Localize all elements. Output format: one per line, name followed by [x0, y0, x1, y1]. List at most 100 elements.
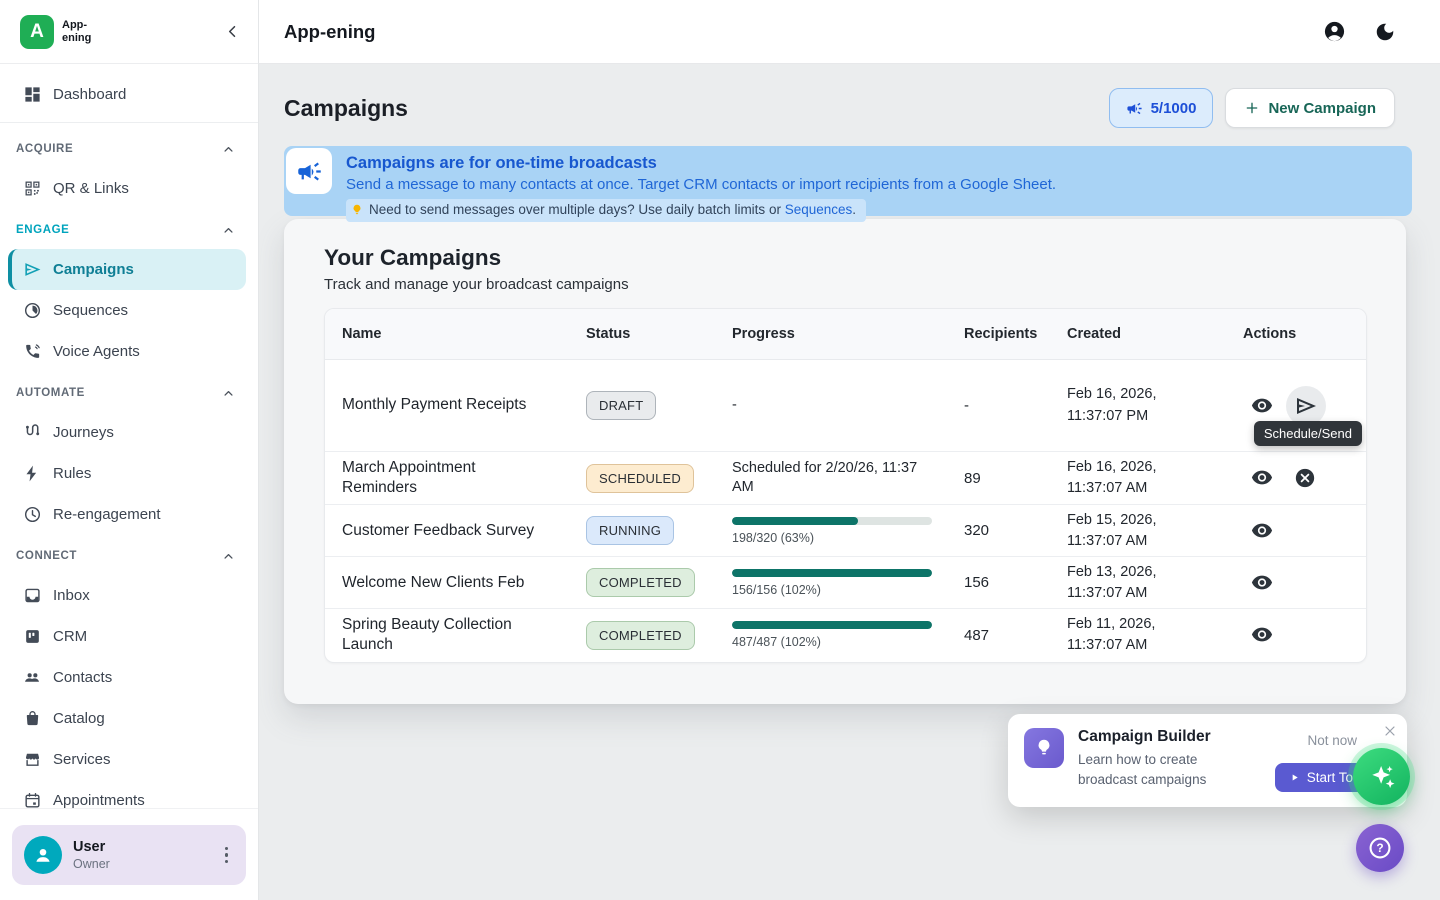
column-header-progress: Progress	[732, 326, 964, 342]
sequences-link[interactable]: Sequences	[785, 202, 853, 217]
chevron-up-icon	[221, 386, 236, 401]
progress-fill	[732, 517, 858, 525]
megaphone-icon	[286, 148, 332, 194]
page-header: Campaigns 5/1000 New Campaign	[259, 64, 1440, 146]
section-header-acquire[interactable]: ACQUIRE	[0, 130, 258, 168]
page-title: Campaigns	[284, 95, 408, 122]
sidebar-nav: Dashboard ACQUIRE QR & Links ENGAGE Camp…	[0, 64, 258, 808]
table-header-row: Name Status Progress Recipients Created …	[325, 309, 1366, 360]
section-header-automate[interactable]: AUTOMATE	[0, 374, 258, 412]
section-header-connect[interactable]: CONNECT	[0, 537, 258, 575]
sidebar-item-dashboard[interactable]: Dashboard	[0, 74, 258, 115]
view-button[interactable]	[1243, 512, 1281, 550]
row-actions	[1243, 564, 1366, 602]
sidebar-item-sequences[interactable]: Sequences	[0, 290, 258, 331]
table-row: Monthly Payment Receipts DRAFT - - Feb 1…	[325, 360, 1366, 452]
status-badge: COMPLETED	[586, 568, 695, 597]
question-mark-icon	[1367, 835, 1393, 861]
promo-text: Campaign Builder Learn how to create bro…	[1078, 728, 1243, 789]
dashboard-icon	[22, 85, 42, 104]
column-header-recipients: Recipients	[964, 326, 1067, 342]
campaign-name: Spring Beauty Collection Launch	[342, 609, 586, 661]
calendar-icon	[22, 791, 42, 808]
dark-mode-button[interactable]	[1374, 21, 1396, 43]
sidebar-item-rules[interactable]: Rules	[0, 453, 258, 494]
chevron-left-icon	[223, 22, 242, 41]
sidebar-item-services[interactable]: Services	[0, 739, 258, 780]
sidebar-header: A App- ening	[0, 0, 258, 64]
sidebar-item-crm[interactable]: CRM	[0, 616, 258, 657]
promo-subtitle: Learn how to create broadcast campaigns	[1078, 750, 1243, 789]
table-row: Spring Beauty Collection Launch COMPLETE…	[325, 609, 1366, 661]
progress-text: Scheduled for 2/20/26, 11:37 AM	[732, 459, 964, 498]
collapse-sidebar-button[interactable]	[223, 22, 242, 41]
user-card[interactable]: User Owner	[12, 825, 246, 885]
sparkles-icon	[1367, 762, 1397, 792]
cancel-icon	[1294, 467, 1316, 489]
eye-icon	[1251, 467, 1273, 489]
view-button[interactable]	[1243, 459, 1281, 497]
send-icon	[22, 260, 42, 279]
send-icon	[1294, 394, 1318, 418]
not-now-button[interactable]: Not now	[1307, 733, 1357, 748]
sidebar-item-re-engagement[interactable]: Re-engagement	[0, 494, 258, 535]
ai-assistant-fab[interactable]	[1353, 748, 1410, 805]
created-cell: Feb 13, 2026, 11:37:07 AM	[1067, 562, 1243, 604]
column-header-actions: Actions	[1243, 326, 1366, 342]
cancel-button[interactable]	[1286, 459, 1324, 497]
progress-text: 156/156 (102%)	[732, 583, 964, 597]
timelapse-icon	[22, 301, 42, 320]
qr-code-icon	[22, 179, 42, 198]
campaign-quota-badge[interactable]: 5/1000	[1109, 88, 1214, 128]
progress-bar	[732, 517, 932, 525]
status-badge: SCHEDULED	[586, 464, 694, 493]
sidebar-item-journeys[interactable]: Journeys	[0, 412, 258, 453]
eye-icon	[1251, 395, 1273, 417]
created-cell: Feb 15, 2026, 11:37:07 AM	[1067, 510, 1243, 552]
storefront-icon	[22, 750, 42, 769]
new-campaign-button[interactable]: New Campaign	[1225, 88, 1395, 128]
sidebar-item-appointments[interactable]: Appointments	[0, 780, 258, 808]
sidebar-item-campaigns[interactable]: Campaigns	[8, 249, 246, 290]
help-fab[interactable]	[1356, 824, 1404, 872]
campaign-name: March Appointment Reminders	[342, 452, 586, 504]
campaign-name: Monthly Payment Receipts	[342, 389, 586, 421]
view-button[interactable]	[1243, 616, 1281, 654]
app-logo-text: App- ening	[62, 19, 91, 44]
user-role: Owner	[73, 857, 110, 871]
account-button[interactable]	[1323, 20, 1346, 43]
view-button[interactable]	[1243, 387, 1281, 425]
recipients-cell: 156	[964, 574, 1067, 591]
created-cell: Feb 16, 2026, 11:37:07 AM	[1067, 457, 1243, 499]
progress-bar	[732, 621, 932, 629]
sidebar-item-contacts[interactable]: Contacts	[0, 657, 258, 698]
close-icon[interactable]	[1382, 723, 1398, 739]
created-cell: Feb 16, 2026, 11:37:07 PM	[1067, 384, 1243, 426]
sidebar-item-catalog[interactable]: Catalog	[0, 698, 258, 739]
table-row: March Appointment Reminders SCHEDULED Sc…	[325, 452, 1366, 505]
bolt-icon	[22, 464, 42, 483]
progress-bar	[732, 569, 932, 577]
column-header-created: Created	[1067, 326, 1243, 342]
row-actions	[1243, 459, 1366, 497]
progress-fill	[732, 621, 932, 629]
kanban-icon	[22, 627, 42, 646]
lightbulb-icon	[1024, 728, 1064, 768]
info-banner: Campaigns are for one-time broadcasts Se…	[284, 146, 1412, 216]
play-icon	[1289, 772, 1300, 783]
user-meta: User Owner	[73, 839, 110, 871]
sidebar-item-qr-links[interactable]: QR & Links	[0, 168, 258, 209]
send-button[interactable]	[1286, 386, 1326, 426]
chevron-up-icon	[221, 223, 236, 238]
moon-icon	[1374, 21, 1396, 43]
sidebar-item-voice-agents[interactable]: Voice Agents	[0, 331, 258, 372]
eye-icon	[1251, 572, 1273, 594]
view-button[interactable]	[1243, 564, 1281, 602]
people-icon	[22, 668, 42, 687]
user-menu-button[interactable]	[219, 841, 235, 870]
section-header-engage[interactable]: ENGAGE	[0, 211, 258, 249]
row-actions	[1243, 512, 1366, 550]
progress-text: 487/487 (102%)	[732, 635, 964, 649]
topbar-actions	[1323, 20, 1396, 43]
sidebar-item-inbox[interactable]: Inbox	[0, 575, 258, 616]
